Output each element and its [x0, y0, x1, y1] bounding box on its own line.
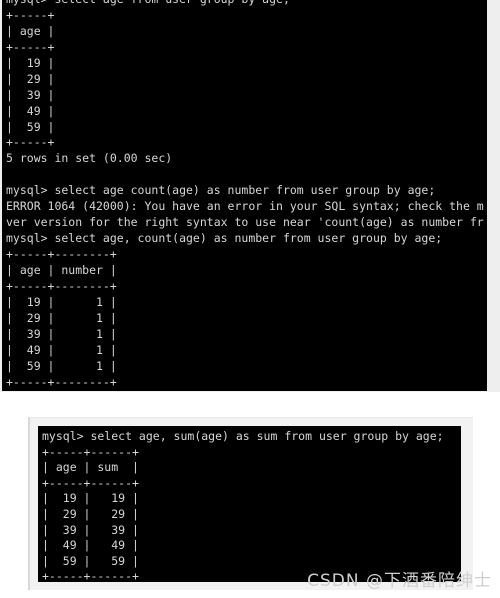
terminal-line: +-----+--------+: [6, 247, 117, 261]
terminal-line: mysql> select age, count(age) as number …: [6, 231, 443, 246]
terminal-line: | 39 | 1 |: [6, 326, 117, 341]
terminal-line: | 59 | 59 |: [42, 553, 139, 568]
mysql-terminal-bottom[interactable]: mysql> select age, sum(age) as sum from …: [38, 426, 461, 582]
terminal-line: 5 rows in set (0.00 sec): [6, 390, 484, 391]
terminal-line: +-----+: [6, 39, 55, 54]
terminal-line: | 49 | 1 |: [6, 342, 117, 357]
terminal-line: mysql> select age from user group by age…: [6, 0, 484, 8]
terminal-line: | 59 |: [6, 119, 55, 134]
terminal-line: | 39 |: [6, 87, 55, 102]
terminal-line: +-----+------+: [42, 444, 139, 459]
terminal-line: mysql> select age count(age) as number f…: [6, 183, 436, 198]
terminal-line: +-----+--------+: [6, 278, 117, 293]
terminal-line: 5 rows in set (0.00 sec): [6, 151, 173, 166]
terminal-line: +-----+--------+: [6, 374, 117, 389]
terminal-line: | age | sum |: [42, 460, 139, 475]
terminal-line: +-----+------+: [42, 569, 139, 582]
terminal-top-output: mysql> select age from user group by age…: [6, 0, 484, 391]
terminal-line: | 59 | 1 |: [6, 358, 117, 373]
terminal-line: | age |: [6, 23, 55, 38]
terminal-line: | 29 | 29 |: [42, 506, 139, 521]
terminal-line: | age | number |: [6, 262, 117, 277]
terminal-line: | 19 | 19 |: [42, 491, 139, 506]
terminal-line: | 29 | 1 |: [6, 310, 117, 325]
terminal-line: | 29 |: [6, 71, 55, 86]
terminal-line: | 19 | 1 |: [6, 294, 117, 309]
terminal-line: +-----+: [6, 135, 55, 150]
mysql-terminal-top[interactable]: mysql> select age from user group by age…: [2, 0, 487, 391]
terminal-line: | 49 |: [6, 103, 55, 118]
terminal-line: | 39 | 39 |: [42, 522, 139, 537]
terminal-line: +-----+: [6, 7, 55, 22]
terminal-line: ver version for the right syntax to use …: [6, 215, 484, 230]
mysql-terminal-bottom-frame: mysql> select age, sum(age) as sum from …: [28, 417, 473, 590]
terminal-line: | 19 |: [6, 55, 55, 70]
terminal-line: +-----+------+: [42, 475, 139, 490]
terminal-line: ERROR 1064 (42000): You have an error in…: [6, 199, 484, 214]
page-background-gap: [0, 392, 500, 412]
terminal-bottom-output: mysql> select age, sum(age) as sum from …: [42, 429, 444, 582]
terminal-line: | 49 | 49 |: [42, 538, 139, 553]
terminal-line: mysql> select age, sum(age) as sum from …: [42, 429, 444, 443]
